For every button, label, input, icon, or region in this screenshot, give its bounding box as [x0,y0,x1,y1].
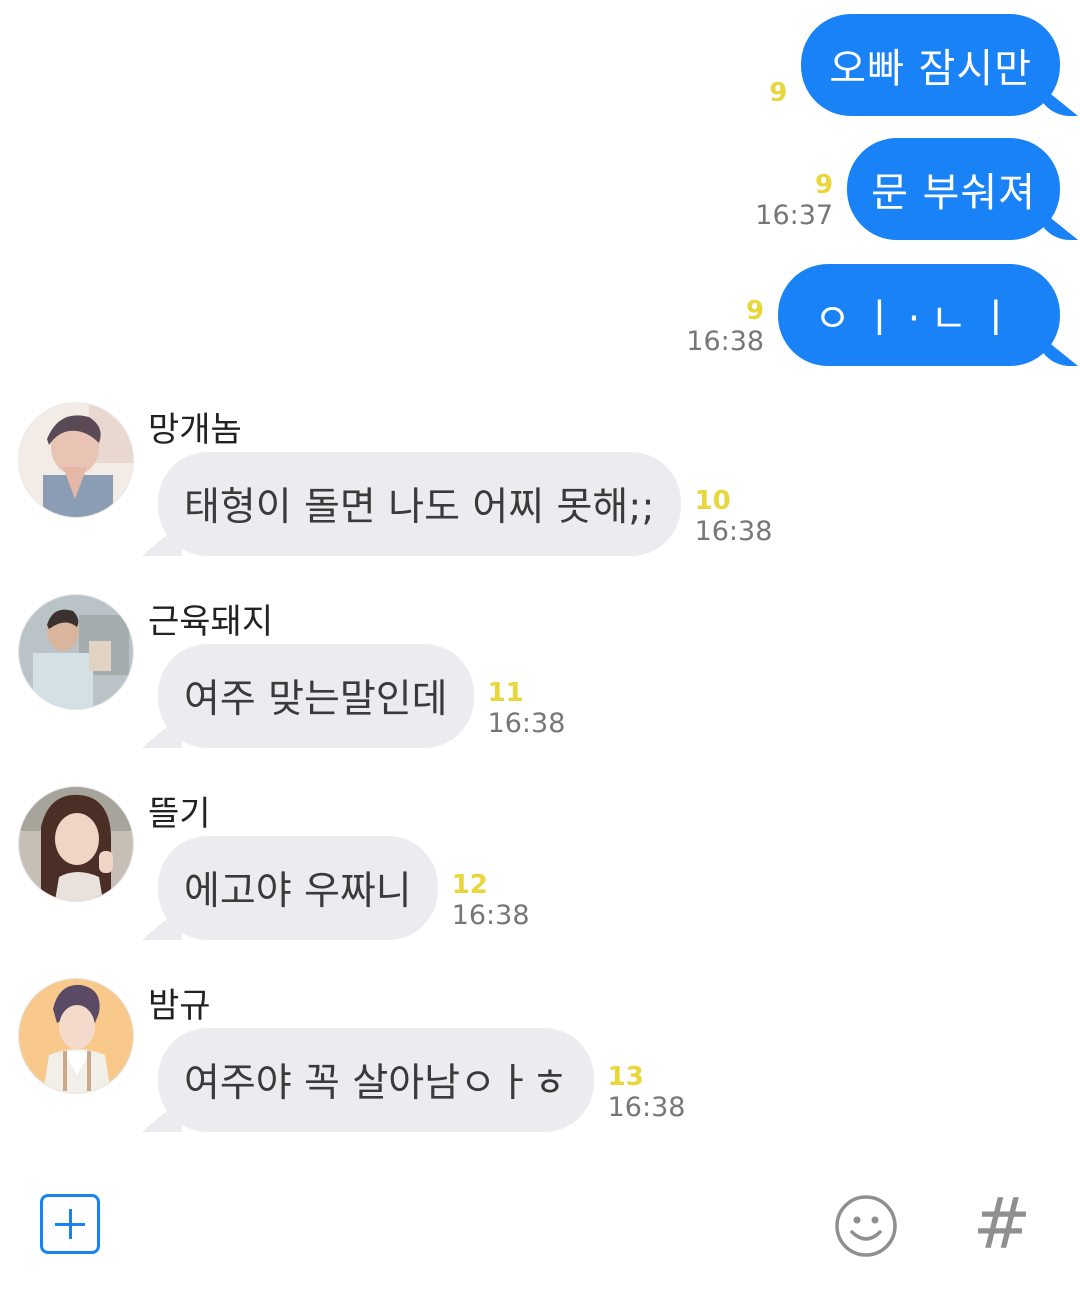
message-meta: 12 16:38 [452,870,530,932]
message-meta: 9 16:37 [755,170,833,232]
sender-name: 근육돼지 [148,602,274,642]
bubble-wrap: 여주야 꼭 살아남ㅇㅏㅎ 13 16:38 [158,1028,685,1132]
timestamp: 16:38 [686,326,765,357]
chat-area: 9 오빠 잠시만 9 16:37 문 부숴져 9 16:38 ㅇㅣ·ㄴㅣ 망개놈… [0,0,1080,1170]
input-toolbar: # [0,1170,1080,1297]
avatar[interactable] [18,402,134,518]
read-count: 9 [769,78,788,108]
avatar-image [19,979,133,1093]
message-meta: 10 16:38 [695,486,773,548]
avatar-image [19,787,133,901]
avatar-image [19,403,133,517]
incoming-bubble[interactable]: 여주야 꼭 살아남ㅇㅏㅎ [158,1028,594,1132]
hashtag-icon[interactable]: # [972,1184,1032,1264]
read-count: 12 [451,870,488,900]
sender-name: 밤규 [148,986,211,1026]
avatar-image [19,595,133,709]
avatar[interactable] [18,594,134,710]
avatar[interactable] [18,786,134,902]
timestamp: 16:37 [755,200,834,231]
read-count: 13 [607,1062,644,1092]
timestamp: 16:38 [487,708,566,739]
outgoing-bubble[interactable]: 문 부숴져 [847,138,1060,240]
bubble-wrap: 태형이 돌면 나도 어찌 못해;; 10 16:38 [158,452,772,556]
bubble-wrap: 여주 맞는말인데 11 16:38 [158,644,565,748]
timestamp: 16:38 [451,900,530,931]
incoming-bubble[interactable]: 여주 맞는말인데 [158,644,474,748]
outgoing-message[interactable]: 9 16:37 문 부숴져 [755,138,1060,240]
sender-name: 망개놈 [148,410,242,450]
message-meta: 9 16:38 [686,296,764,358]
message-meta: 13 16:38 [608,1062,686,1124]
outgoing-message[interactable]: 9 16:38 ㅇㅣ·ㄴㅣ [686,264,1060,366]
incoming-bubble[interactable]: 태형이 돌면 나도 어찌 못해;; [158,452,681,556]
outgoing-bubble[interactable]: 오빠 잠시만 [801,14,1060,116]
message-meta: 11 16:38 [488,678,566,740]
read-count: 9 [814,170,834,200]
smiley-icon[interactable] [834,1194,898,1258]
timestamp: 16:38 [694,516,773,547]
read-count: 9 [745,296,765,326]
outgoing-bubble[interactable]: ㅇㅣ·ㄴㅣ [778,264,1060,366]
timestamp: 16:38 [607,1092,686,1123]
plus-square-icon[interactable] [40,1194,100,1254]
incoming-bubble[interactable]: 에고야 우짜니 [158,836,438,940]
read-count: 11 [487,678,524,708]
bubble-wrap: 에고야 우짜니 12 16:38 [158,836,530,940]
avatar[interactable] [18,978,134,1094]
sender-name: 뜰기 [148,794,211,834]
message-meta: 9 [769,78,787,108]
outgoing-message[interactable]: 9 오빠 잠시만 [769,14,1060,116]
read-count: 10 [694,486,731,516]
